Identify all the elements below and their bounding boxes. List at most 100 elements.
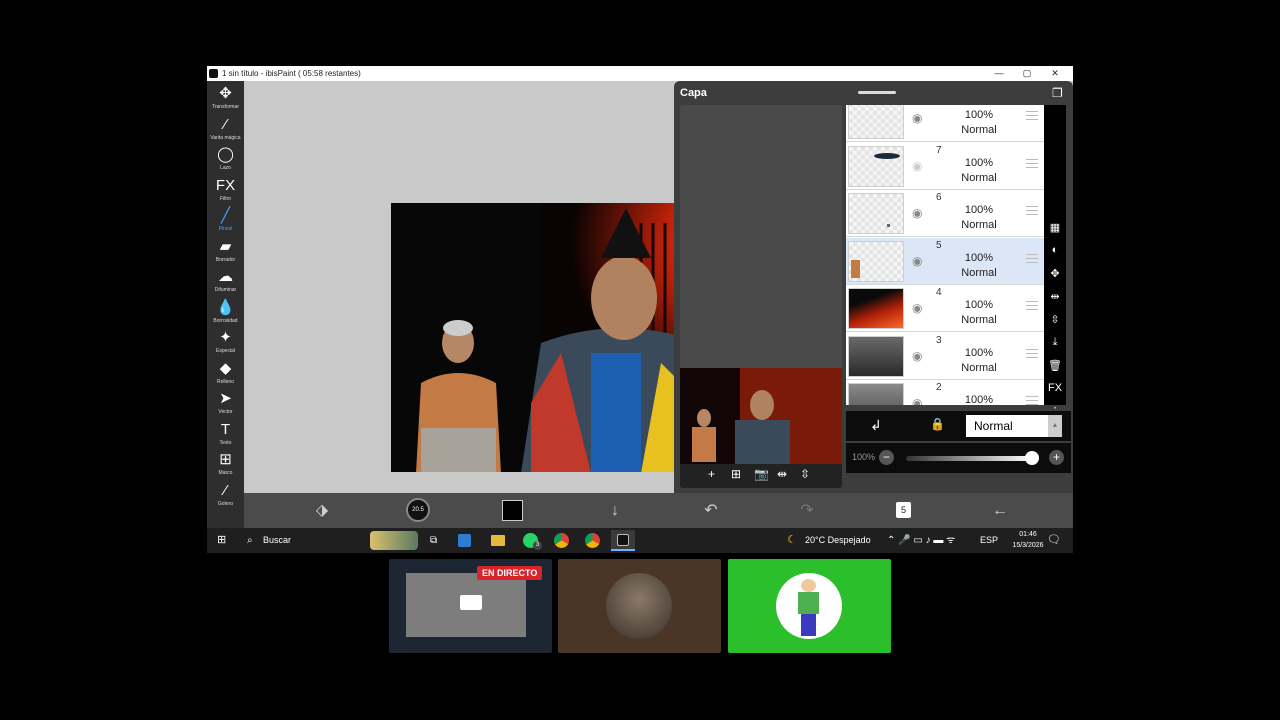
layer-thumbnail[interactable] [848, 105, 904, 139]
participant-tile[interactable] [558, 559, 721, 653]
visibility-eye-icon[interactable]: ◉ [912, 159, 922, 173]
tool-magic-wand[interactable]: ⁄ Varita mágica [207, 116, 244, 146]
color-swatch[interactable] [502, 500, 523, 521]
add-layer-icon[interactable]: + [708, 467, 715, 481]
fill-icon: ◆ [219, 359, 232, 377]
flip-vertical-icon[interactable]: ⇳ [1044, 313, 1066, 326]
tool-filter-fx[interactable]: FX Filtro [207, 177, 244, 207]
tool-eyedropper[interactable]: ⁄ Gotero [207, 482, 244, 512]
layer-thumbnail[interactable] [848, 383, 904, 405]
visibility-eye-icon[interactable]: ◉ [912, 396, 922, 405]
system-tray-icons[interactable]: ⌃ 🎤 ▭ ♪ ▬ ᯤ [887, 528, 955, 553]
checker-icon[interactable]: ▦ [1044, 221, 1066, 234]
back-arrow-icon[interactable]: ← [989, 493, 1011, 528]
tool-vector[interactable]: ➤ Vector [207, 390, 244, 420]
store-icon[interactable] [458, 534, 471, 547]
participant-tile-green[interactable] [728, 559, 891, 653]
screen-share-tile[interactable]: EN DIRECTO [389, 559, 552, 653]
brush-size-button[interactable]: 20.5 [406, 498, 430, 522]
visibility-eye-icon[interactable]: ◉ [912, 349, 922, 363]
layer-thumbnail[interactable] [848, 193, 904, 234]
layer-row-3[interactable]: 3 ◉ 100% Normal [846, 332, 1044, 380]
canvas-area[interactable] [244, 81, 843, 493]
layer-row-2[interactable]: 2◉100%Normal [846, 380, 1044, 405]
taskbar-search-input[interactable]: Buscar [263, 528, 363, 553]
layer-thumbnail[interactable] [848, 335, 904, 377]
tool-brush[interactable]: ╱ Pincel [207, 207, 244, 237]
layer-panel: Capa ❐ + ⊞ 📷 ⇹ ⇳ 8 ◉ 100% Normal 7 ◉ 100% Normal 6 ◉ 1… [674, 81, 1073, 493]
camera-icon[interactable]: 📷 [754, 467, 769, 481]
flip-horizontal-icon[interactable]: ⇹ [1044, 290, 1066, 303]
chrome-profile-icon[interactable] [585, 533, 600, 548]
language-indicator[interactable]: ESP [980, 528, 998, 553]
visibility-eye-icon[interactable]: ◉ [912, 254, 922, 268]
blend-mode-select[interactable]: Normal ▲ [966, 415, 1062, 437]
ibispaint-taskbar-button[interactable] [611, 530, 635, 551]
half-circle-icon[interactable]: ◐ [1044, 244, 1066, 256]
redo-icon[interactable]: ↷ [796, 493, 818, 528]
tool-drop[interactable]: 💧 Borrosidad [207, 299, 244, 329]
lock-alpha-icon[interactable]: 🔒 [930, 417, 945, 431]
layer-controls: ↲ 🔒 Normal ▲ [846, 411, 1071, 441]
minimize-button[interactable]: — [985, 66, 1013, 81]
search-highlight-image[interactable] [370, 531, 418, 550]
undo-icon[interactable]: ↶ [700, 493, 722, 528]
layer-row-5[interactable]: 5 ◉ 100% Normal [846, 237, 1044, 285]
tool-eraser[interactable]: ▰ Borrador [207, 238, 244, 268]
panel-window-icon[interactable]: ❐ [1052, 81, 1063, 105]
chevron-up-icon: ▲ [1048, 415, 1062, 437]
layer-row-7[interactable]: 7 ◉ 100% Normal [846, 142, 1044, 190]
chrome-icon[interactable] [554, 533, 569, 548]
maximize-button[interactable]: ▢ [1013, 66, 1041, 81]
tool-lasso[interactable]: ◯ Lazo [207, 146, 244, 176]
visibility-eye-icon[interactable]: ◉ [912, 206, 922, 220]
layer-row-8[interactable]: 8 ◉ 100% Normal [846, 105, 1044, 142]
layer-thumbnail[interactable] [848, 288, 904, 329]
visibility-eye-icon[interactable]: ◉ [912, 301, 922, 315]
layer-thumbnail[interactable] [848, 240, 904, 282]
arrow-down-icon[interactable]: ↓ [604, 493, 626, 528]
fx-icon[interactable]: FX [1044, 382, 1066, 394]
weather-text[interactable]: 20°C Despejado [805, 528, 871, 553]
panel-drag-handle[interactable] [858, 91, 896, 94]
tool-frame[interactable]: ⊞ Marco [207, 451, 244, 481]
tool-fill[interactable]: ◆ Relleno [207, 360, 244, 390]
drag-handle-icon[interactable] [1026, 396, 1038, 405]
trash-icon[interactable]: 🗑 [1044, 359, 1066, 372]
drag-handle-icon[interactable] [1026, 348, 1038, 358]
flip-vertical-icon[interactable]: ⇳ [800, 467, 810, 481]
monitor-icon [460, 595, 482, 610]
layers-button[interactable]: 5 [896, 502, 911, 518]
flip-horizontal-icon[interactable]: ⇹ [777, 467, 787, 481]
tool-text[interactable]: T Texto [207, 421, 244, 451]
task-view-icon[interactable]: ⧉ [430, 528, 437, 553]
drag-handle-icon[interactable] [1026, 253, 1038, 263]
tool-label: Marco [218, 470, 233, 476]
close-button[interactable]: ✕ [1041, 66, 1069, 81]
add-folder-icon[interactable]: ⊞ [731, 467, 741, 481]
layer-list[interactable]: 8 ◉ 100% Normal 7 ◉ 100% Normal 6 ◉ 100% Normal 5 ◉ 10… [846, 105, 1044, 405]
layer-row-6[interactable]: 6 ◉ 100% Normal [846, 190, 1044, 237]
move-icon[interactable]: ✥ [1044, 267, 1066, 280]
tool-move[interactable]: ✥ Transformar [207, 85, 244, 115]
transform-tool-icon[interactable]: ⬗ [311, 493, 333, 528]
opacity-minus-button[interactable]: − [879, 450, 894, 465]
tool-special[interactable]: ✦ Especial [207, 329, 244, 359]
clock[interactable]: 01:46 15/3/2026 [1008, 529, 1048, 551]
drag-handle-icon[interactable] [1026, 158, 1038, 168]
windows-start-icon[interactable]: ⊞ [217, 528, 226, 553]
file-explorer-icon[interactable] [491, 535, 505, 546]
notifications-icon[interactable]: 🗨 [1047, 528, 1061, 553]
clipping-icon[interactable]: ↲ [870, 417, 882, 434]
drag-handle-icon[interactable] [1026, 301, 1038, 310]
opacity-slider-knob[interactable] [1025, 451, 1039, 465]
opacity-slider[interactable] [906, 456, 1032, 461]
opacity-plus-button[interactable]: + [1049, 450, 1064, 465]
layer-thumbnail[interactable] [848, 145, 904, 187]
drag-handle-icon[interactable] [1026, 111, 1038, 120]
tool-blur[interactable]: ☁ Difuminar [207, 268, 244, 298]
layer-row-4[interactable]: 4 ◉ 100% Normal [846, 285, 1044, 332]
visibility-eye-icon[interactable]: ◉ [912, 111, 922, 125]
drag-handle-icon[interactable] [1026, 206, 1038, 215]
merge-down-icon[interactable]: ⤓ [1044, 336, 1066, 349]
